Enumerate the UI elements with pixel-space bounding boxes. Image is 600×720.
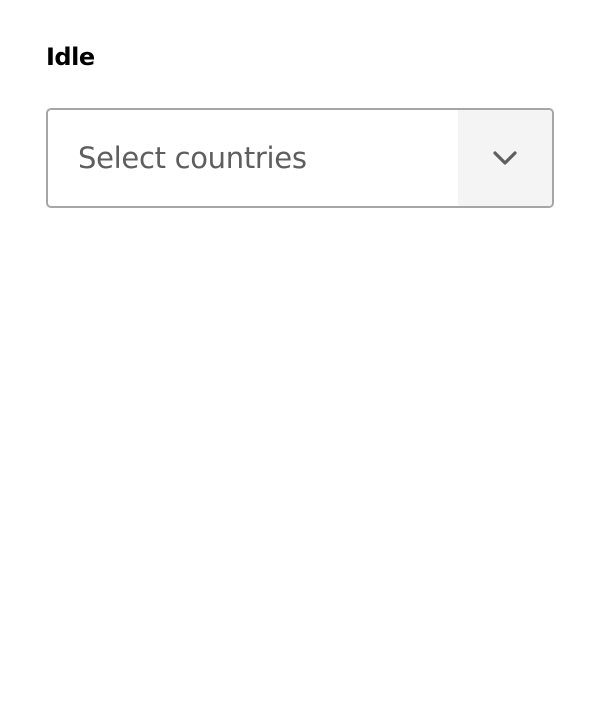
chevron-down-icon bbox=[493, 151, 517, 165]
dropdown-toggle-button[interactable] bbox=[458, 110, 552, 206]
field-label: Idle bbox=[46, 43, 95, 71]
country-multiselect[interactable]: Select countries bbox=[46, 108, 554, 208]
select-placeholder: Select countries bbox=[78, 141, 307, 175]
